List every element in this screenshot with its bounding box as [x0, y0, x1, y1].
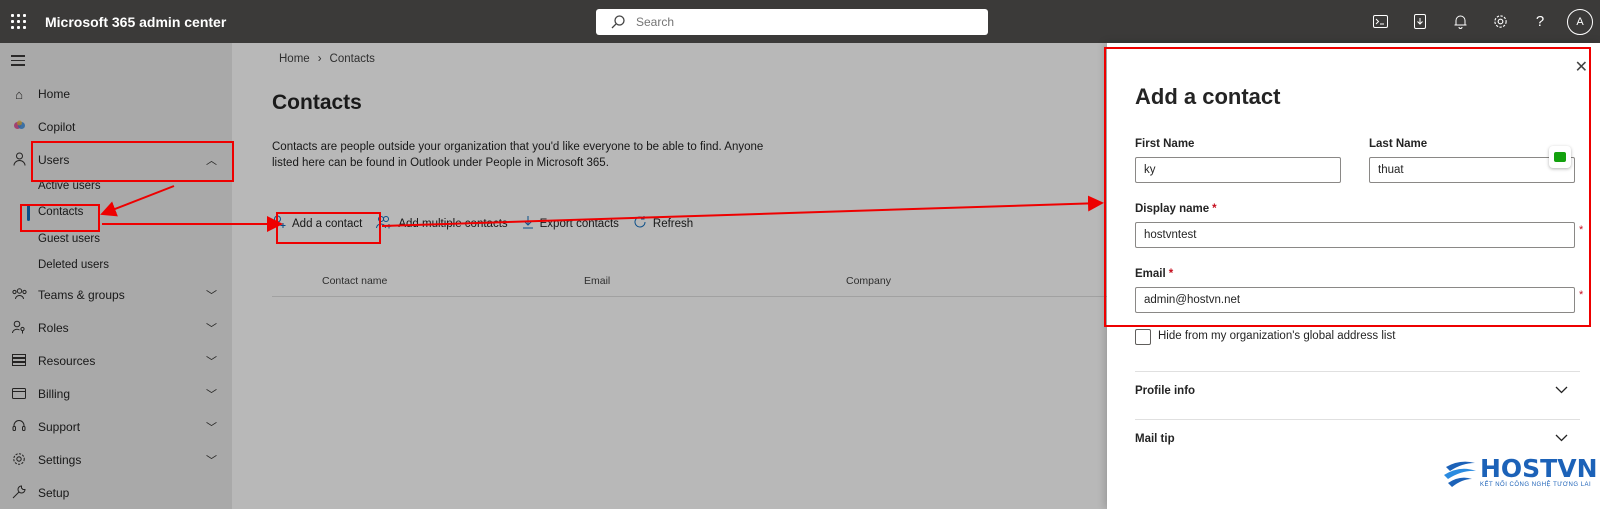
divider — [1135, 419, 1580, 420]
app-launcher-icon[interactable] — [11, 14, 27, 30]
logo-name: HOSTVN — [1480, 454, 1598, 483]
annotation-box-users — [31, 141, 234, 182]
chevron-down-icon[interactable] — [1555, 430, 1568, 445]
annotation-box-add-contact — [276, 212, 381, 244]
logo-tagline: KẾT NỐI CÔNG NGHỆ TƯƠNG LAI — [1480, 482, 1592, 488]
top-bar: Microsoft 365 admin center ? A — [0, 0, 1600, 43]
terminal-icon[interactable] — [1360, 0, 1400, 43]
hostvn-logo: HOSTVN KẾT NỐI CÔNG NGHỆ TƯƠNG LAI — [1442, 455, 1598, 489]
mobile-download-icon[interactable] — [1400, 0, 1440, 43]
avatar[interactable]: A — [1567, 8, 1593, 35]
section-mail-tip[interactable]: Mail tip — [1135, 433, 1175, 445]
hide-from-gal-label[interactable]: Hide from my organization's global addre… — [1158, 330, 1395, 342]
app-title[interactable]: Microsoft 365 admin center — [45, 14, 226, 30]
section-profile-info[interactable]: Profile info — [1135, 385, 1195, 397]
search-box[interactable] — [596, 9, 988, 35]
chevron-down-icon[interactable] — [1555, 382, 1568, 397]
hide-from-gal-checkbox[interactable] — [1135, 329, 1151, 345]
gear-icon[interactable] — [1480, 0, 1520, 43]
annotation-box-contacts — [20, 204, 100, 232]
help-icon[interactable]: ? — [1520, 0, 1560, 43]
annotation-box-panel — [1104, 47, 1591, 327]
bell-icon[interactable] — [1440, 0, 1480, 43]
hostvn-logo-mark — [1444, 461, 1476, 487]
search-icon — [611, 15, 625, 29]
modal-overlay[interactable] — [0, 43, 1107, 509]
divider — [1135, 371, 1580, 372]
search-input[interactable] — [636, 15, 936, 29]
